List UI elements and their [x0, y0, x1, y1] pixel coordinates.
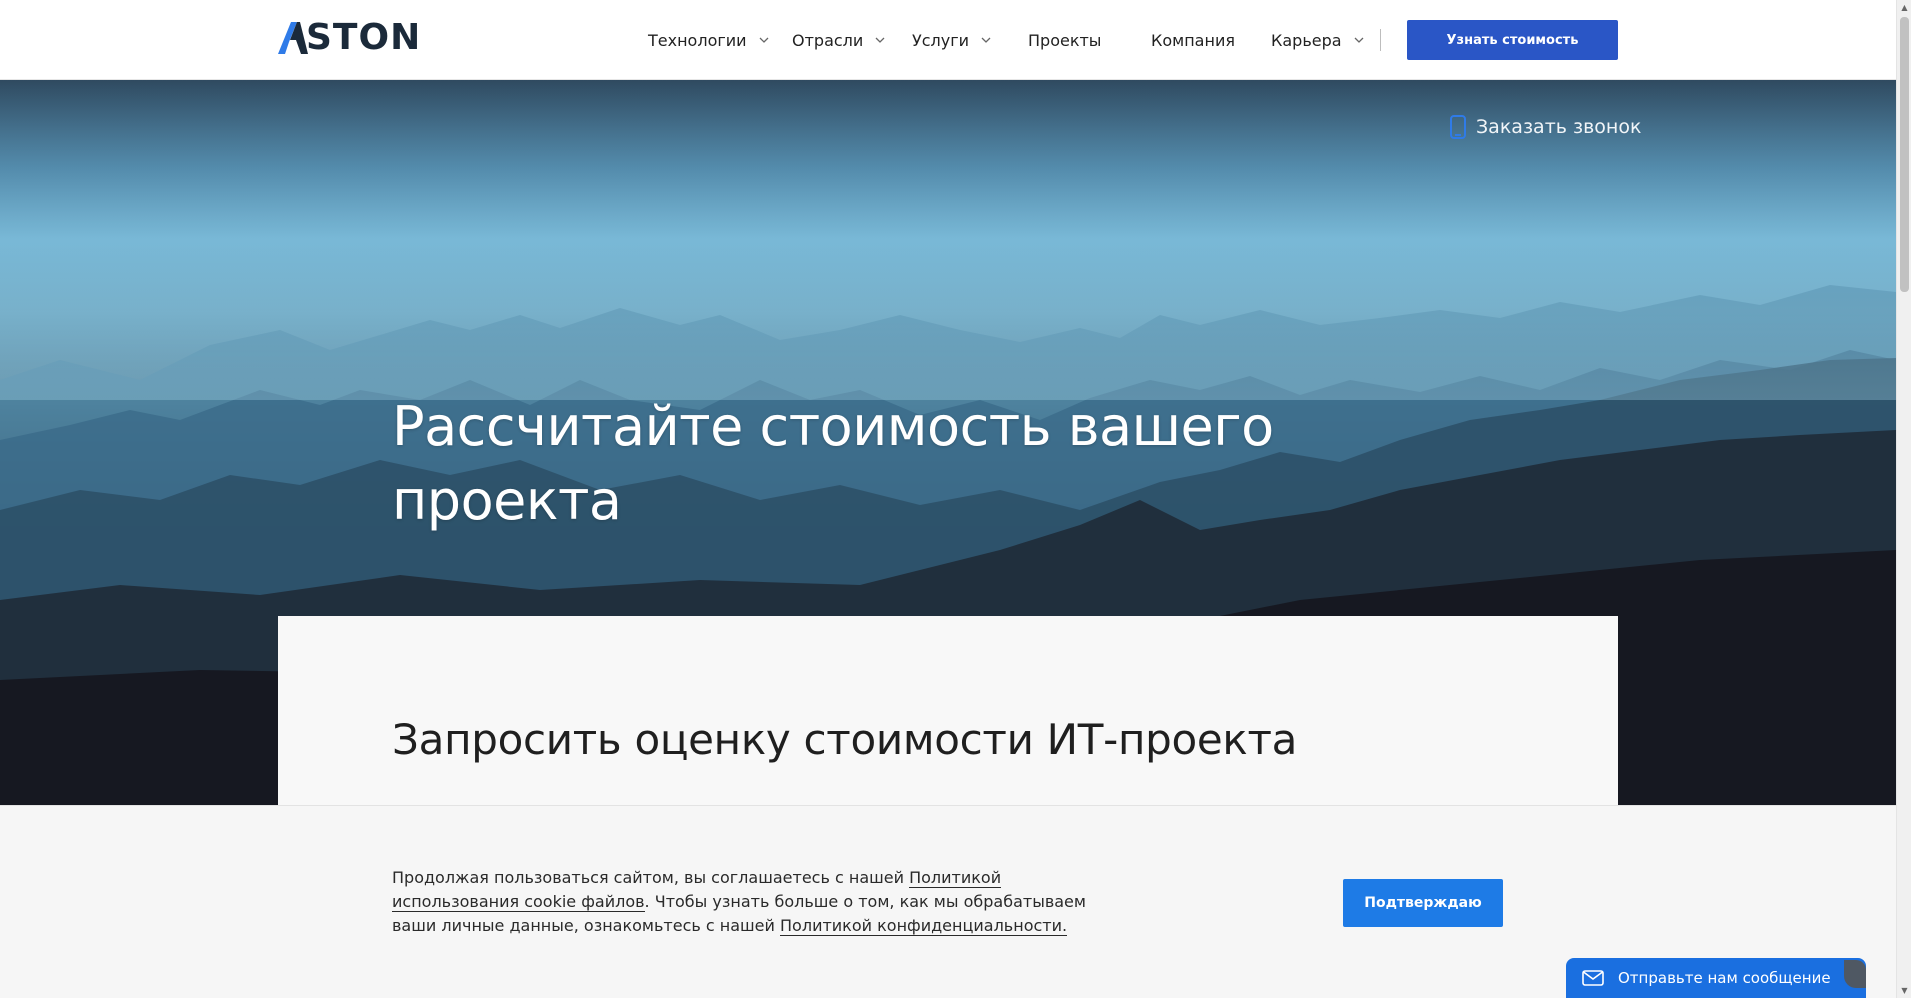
nav-item-services[interactable]: Услуги: [912, 31, 993, 50]
nav-item-projects[interactable]: Проекты: [1028, 31, 1101, 50]
nav-item-label: Технологии: [648, 30, 747, 50]
chat-widget-button[interactable]: Отправьте нам сообщение: [1566, 958, 1866, 998]
logo-a-icon: [278, 22, 308, 54]
nav-item-label: Карьера: [1271, 30, 1342, 50]
privacy-policy-link[interactable]: Политикой конфиденциальности.: [780, 916, 1068, 936]
phone-icon: [1450, 115, 1466, 139]
get-price-button[interactable]: Узнать стоимость: [1407, 20, 1618, 60]
order-call-label: Заказать звонок: [1476, 116, 1642, 138]
cookie-text: Продолжая пользоваться сайтом, вы соглаш…: [392, 866, 1132, 938]
logo[interactable]: STON: [278, 20, 421, 56]
nav-item-technologies[interactable]: Технологии: [648, 31, 771, 50]
scrollbar-thumb[interactable]: [1900, 17, 1909, 292]
chevron-down-icon: [875, 37, 885, 43]
form-title: Запросить оценку стоимости ИТ-проекта: [392, 715, 1298, 764]
mail-icon: [1582, 970, 1604, 986]
hero-title: Рассчитайте стоимость вашего проекта: [392, 395, 1274, 532]
scrollbar[interactable]: ▲ ▼: [1896, 0, 1911, 998]
nav-item-label: Проекты: [1028, 30, 1102, 50]
order-call-link[interactable]: Заказать звонок: [1450, 115, 1641, 139]
nav-divider: [1380, 29, 1381, 51]
nav-item-label: Услуги: [912, 30, 970, 50]
nav-item-label: Отрасли: [792, 30, 864, 50]
cookie-text-part-1: Продолжая пользоваться сайтом, вы соглаш…: [392, 868, 910, 887]
scroll-up-arrow-icon[interactable]: ▲: [1897, 0, 1911, 15]
chevron-down-icon: [759, 37, 769, 43]
nav-item-label: Компания: [1151, 30, 1235, 50]
form-card: [278, 616, 1618, 806]
site-header: STON Технологии Отрасли Услуги Проекты К…: [0, 0, 1896, 80]
logo-text: STON: [306, 17, 422, 58]
chat-widget-label: Отправьте нам сообщение: [1618, 969, 1831, 987]
chat-corner-badge: [1844, 960, 1866, 988]
nav-item-career[interactable]: Карьера: [1271, 31, 1366, 50]
scroll-down-arrow-icon[interactable]: ▼: [1897, 983, 1911, 998]
chevron-down-icon: [981, 37, 991, 43]
chevron-down-icon: [1354, 37, 1364, 43]
nav-item-company[interactable]: Компания: [1151, 31, 1235, 50]
cookie-confirm-button[interactable]: Подтверждаю: [1343, 879, 1503, 927]
nav-item-industries[interactable]: Отрасли: [792, 31, 887, 50]
